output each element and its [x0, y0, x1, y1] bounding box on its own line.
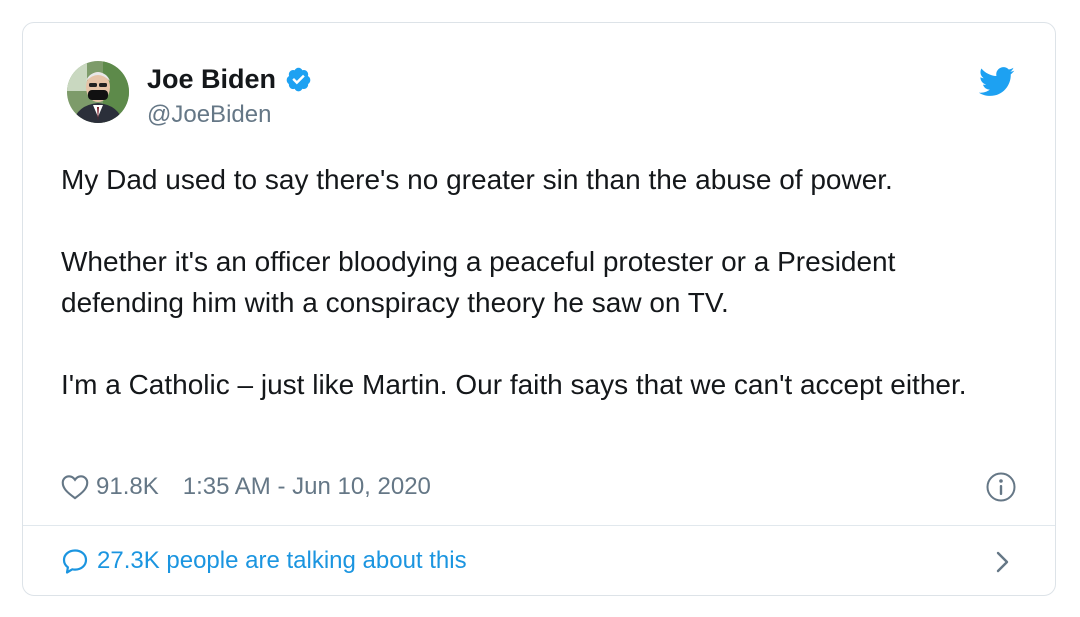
- conversation-link[interactable]: 27.3K people are talking about this: [61, 543, 467, 579]
- avatar[interactable]: [67, 61, 129, 123]
- tweet-card[interactable]: Joe Biden @JoeBiden My Dad used to say t…: [22, 22, 1056, 596]
- tweet-timestamp[interactable]: 1:35 AM - Jun 10, 2020: [183, 473, 431, 501]
- author-name[interactable]: Joe Biden: [147, 64, 276, 95]
- like-count[interactable]: 91.8K: [96, 473, 159, 501]
- tweet-meta: 91.8K 1:35 AM - Jun 10, 2020: [61, 470, 431, 504]
- tweet-paragraph: Whether it's an officer bloodying a peac…: [61, 246, 896, 318]
- tweet-paragraph: My Dad used to say there's no greater si…: [61, 164, 893, 195]
- comment-bubble-icon: [62, 549, 88, 574]
- author-handle[interactable]: @JoeBiden: [147, 101, 271, 129]
- divider: [23, 525, 1055, 526]
- chevron-right-icon[interactable]: [995, 550, 1011, 574]
- tweet-paragraph: I'm a Catholic – just like Martin. Our f…: [61, 369, 967, 400]
- conversation-count[interactable]: 27.3K people are talking about this: [97, 547, 467, 575]
- heart-icon[interactable]: [61, 474, 89, 500]
- verified-badge-icon: [285, 66, 312, 93]
- author-name-row[interactable]: Joe Biden: [147, 61, 312, 97]
- info-icon[interactable]: [985, 471, 1017, 503]
- twitter-bird-icon[interactable]: [978, 67, 1015, 97]
- tweet-text: My Dad used to say there's no greater si…: [61, 159, 1021, 405]
